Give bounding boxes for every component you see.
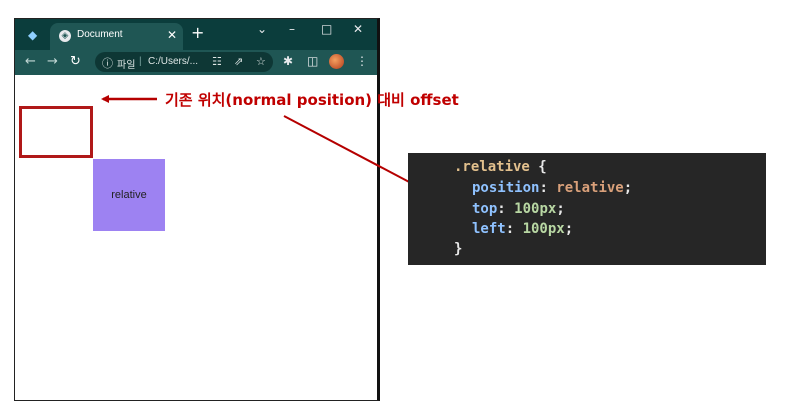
title-bar: ◆ ◈ Document ✕ + ⌄ – □ ✕ <box>15 19 377 50</box>
code-prop: position <box>472 180 540 196</box>
close-icon[interactable]: ✕ <box>167 28 177 42</box>
star-icon[interactable]: ☆ <box>256 55 266 68</box>
code-line-position: position: relative; <box>472 180 633 196</box>
toolbar: ← → ↻ ⓘ 파일 | C:/Users/... ☷ ⇗ ☆ ✱ ◫ ⋮ <box>15 50 377 75</box>
address-bar[interactable]: ⓘ 파일 | C:/Users/... ☷ ⇗ ☆ <box>95 52 273 72</box>
code-line-top: top: 100px; <box>472 201 565 217</box>
code-line-left: left: 100px; <box>472 221 574 237</box>
window-close-icon[interactable]: ✕ <box>353 22 363 36</box>
maximize-icon[interactable]: □ <box>321 22 332 36</box>
code-brace-open: { <box>538 159 547 175</box>
code-value: 100px <box>514 201 557 217</box>
code-selector: .relative <box>454 159 530 175</box>
code-brace-close-line: } <box>454 241 462 257</box>
css-code-block: .relative { position: relative; top: 100… <box>408 153 766 265</box>
kebab-menu-icon[interactable]: ⋮ <box>356 54 368 68</box>
chevron-down-icon[interactable]: ⌄ <box>257 22 267 36</box>
code-value: 100px <box>522 221 565 237</box>
relative-box: relative <box>93 159 165 231</box>
tab-title: Document <box>77 29 123 40</box>
address-divider: | <box>139 56 142 67</box>
reload-icon[interactable]: ↻ <box>70 55 81 69</box>
browser-app-icon[interactable]: ◆ <box>28 28 42 42</box>
avatar[interactable] <box>329 54 344 69</box>
browser-window: ◆ ◈ Document ✕ + ⌄ – □ ✕ ← → ↻ ⓘ 파일 | C:… <box>14 18 380 401</box>
address-url: C:/Users/... <box>148 56 199 67</box>
code-brace-close: } <box>454 241 463 257</box>
normal-position-outline <box>19 106 93 158</box>
share-icon[interactable]: ⇗ <box>234 55 243 68</box>
tab-document[interactable]: ◈ Document ✕ <box>50 23 183 50</box>
annotation-label: 기존 위치(normal position) 대비 offset <box>165 91 459 109</box>
page-viewport: relative <box>15 75 377 400</box>
translate-icon[interactable]: ☷ <box>212 55 222 68</box>
relative-box-label: relative <box>111 189 147 201</box>
plus-icon[interactable]: + <box>191 25 204 41</box>
sidepanel-icon[interactable]: ◫ <box>307 54 318 68</box>
forward-arrow-icon[interactable]: → <box>47 55 58 69</box>
back-arrow-icon[interactable]: ← <box>25 55 36 69</box>
code-prop: top <box>472 201 498 217</box>
code-prop: left <box>472 221 506 237</box>
code-value: relative <box>556 180 624 196</box>
puzzle-icon[interactable]: ✱ <box>283 54 293 68</box>
minimize-icon[interactable]: – <box>289 22 295 36</box>
globe-icon: ◈ <box>59 30 71 42</box>
address-label: 파일 <box>117 60 136 71</box>
code-selector-line: .relative { <box>454 159 547 175</box>
info-icon[interactable]: ⓘ <box>102 55 113 71</box>
